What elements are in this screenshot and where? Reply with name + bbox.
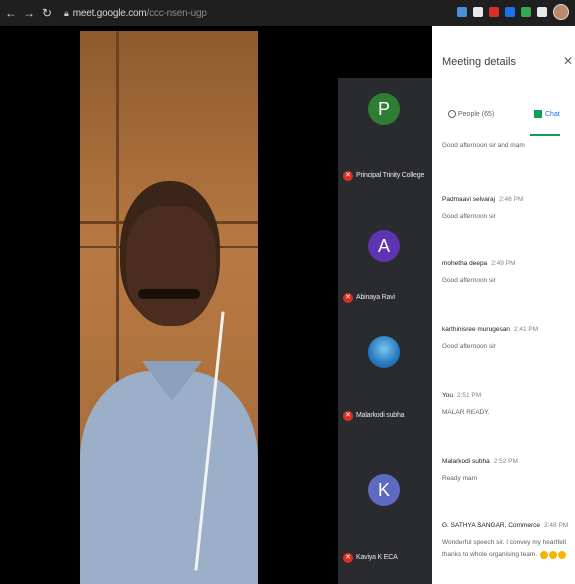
sender-name: You — [442, 392, 453, 399]
message-text: Good afternoon sir — [442, 213, 496, 220]
panel-title: Meeting details — [442, 56, 516, 68]
participant-avatar: P — [368, 93, 400, 125]
back-icon[interactable]: ← — [4, 6, 18, 20]
meeting-details-panel: Meeting details ✕ People (65) Chat Good … — [432, 26, 575, 584]
speaker-shirt — [80, 371, 258, 584]
participant-name: Malarkodi subha — [356, 412, 405, 419]
message-time: 2:51 PM — [456, 392, 482, 399]
main-video[interactable] — [80, 31, 258, 584]
sender-name: karthinisree murugesan — [442, 326, 510, 333]
mic-off-icon: ✕ — [343, 293, 353, 303]
message-time: 2:46 PM — [499, 196, 524, 203]
chat-message: You 2:51 PM MALAR READY. — [442, 392, 572, 419]
profile-avatar[interactable] — [553, 4, 569, 20]
message-time: 2:49 PM — [491, 260, 516, 267]
participant-avatar — [368, 336, 400, 368]
meeting-stage: P ✕ Principal Trinity College A ✕ Abinay… — [0, 26, 432, 584]
reload-icon[interactable]: ↻ — [40, 6, 54, 20]
extension-icon[interactable] — [505, 7, 515, 17]
extension-icon[interactable] — [473, 7, 483, 17]
message-time: 2:52 PM — [493, 458, 518, 465]
message-sender: Malarkodi subha 2:52 PM — [442, 458, 572, 465]
chat-message: G. SATHYA SANGAR, Commerce 3:48 PM Wonder… — [442, 522, 572, 562]
chat-icon — [534, 110, 542, 118]
people-icon — [448, 110, 456, 118]
mic-off-icon: ✕ — [343, 411, 353, 421]
participant-avatar: K — [368, 474, 400, 506]
address-bar[interactable]: meet.google.com/ccc-nsen-ugp — [73, 8, 207, 19]
participant-name: Kaviya K ECA — [356, 554, 398, 561]
sender-name: G. SATHYA SANGAR, Commerce — [442, 522, 541, 529]
message-text: Ready mam — [442, 475, 478, 482]
chat-message: mohetha deepa 2:49 PM Good afternoon sir — [442, 260, 572, 287]
chat-message: karthinisree murugesan 2:41 PM Good after… — [442, 326, 572, 353]
emoji-icon — [539, 550, 548, 559]
mic-off-icon: ✕ — [343, 171, 353, 181]
close-icon[interactable]: ✕ — [563, 54, 573, 68]
extensions-area — [457, 4, 569, 20]
tab-people[interactable]: People (65) — [448, 110, 494, 118]
sender-name: Malarkodi subha — [442, 458, 490, 465]
sender-name: mohetha deepa — [442, 260, 488, 267]
participant-tile[interactable]: ✕ Malarkodi subha — [338, 326, 432, 446]
message-text: Good afternoon sir — [442, 343, 496, 350]
browser-toolbar: ← → ↻ 🔒︎ meet.google.com/ccc-nsen-ugp — [0, 0, 575, 26]
speaker-mustache — [138, 289, 200, 299]
url-domain: meet.google.com — [72, 7, 147, 19]
message-time: 2:41 PM — [513, 326, 539, 333]
tab-chat[interactable]: Chat — [534, 110, 560, 118]
participant-tiles: P ✕ Principal Trinity College A ✕ Abinay… — [338, 78, 432, 584]
emoji-icon — [557, 550, 566, 559]
participant-avatar: A — [368, 230, 400, 262]
active-tab-indicator — [530, 134, 560, 136]
participant-tile[interactable]: A ✕ Abinaya Ravi — [338, 206, 432, 326]
message-text: Wonderful speech sir. I convey my heartf… — [442, 537, 572, 562]
extension-icon[interactable] — [521, 7, 531, 17]
lock-icon: 🔒︎ — [64, 7, 69, 18]
message-text: Good afternoon sir and mam — [442, 142, 525, 149]
participant-name: Principal Trinity College — [356, 172, 425, 179]
extension-icon[interactable] — [457, 7, 467, 17]
url-path: /ccc-nsen-ugp — [146, 7, 207, 19]
message-time: 3:48 PM — [544, 522, 569, 529]
message-sender: mohetha deepa 2:49 PM — [442, 260, 572, 267]
message-sender: G. SATHYA SANGAR, Commerce 3:48 PM — [442, 522, 572, 529]
sender-name: Padmaavi selvaraj — [442, 196, 496, 203]
mic-off-icon: ✕ — [343, 553, 353, 563]
participant-tile[interactable]: K ✕ Kaviya K ECA — [338, 454, 432, 574]
speaker-face — [126, 206, 216, 326]
message-text: MALAR READY. — [442, 409, 490, 416]
tab-chat-label: Chat — [545, 110, 560, 118]
participant-tile[interactable]: P ✕ Principal Trinity College — [338, 78, 432, 198]
tab-people-label: People (65) — [458, 110, 495, 118]
message-sender: You 2:51 PM — [442, 392, 572, 399]
emoji-icon — [548, 550, 557, 559]
participant-name: Abinaya Ravi — [356, 294, 395, 301]
extension-icon[interactable] — [537, 7, 547, 17]
message-text: Good afternoon sir — [442, 277, 496, 284]
chat-message: Good afternoon sir and mam — [442, 140, 572, 152]
message-sender: karthinisree murugesan 2:41 PM — [442, 326, 572, 333]
extension-icon[interactable] — [489, 7, 499, 17]
forward-icon[interactable]: → — [22, 6, 36, 20]
message-sender: Padmaavi selvaraj 2:46 PM — [442, 196, 572, 203]
chat-message: Padmaavi selvaraj 2:46 PM Good afternoon … — [442, 196, 572, 223]
chat-message: Malarkodi subha 2:52 PM Ready mam — [442, 458, 572, 485]
